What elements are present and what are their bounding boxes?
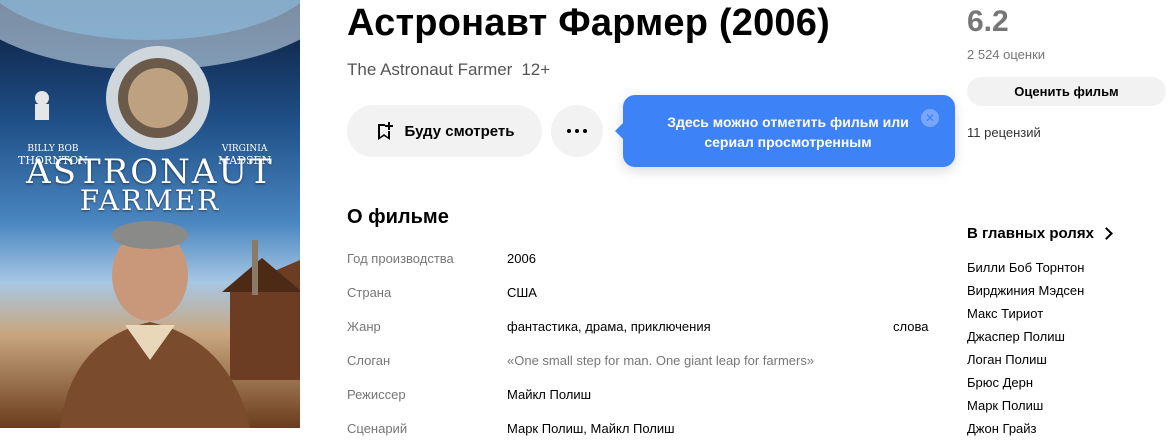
info-value-year[interactable]: 2006 <box>507 251 536 271</box>
original-title: The Astronaut Farmer <box>347 60 513 79</box>
chevron-right-icon <box>1100 227 1113 240</box>
info-value-director[interactable]: Майкл Полиш <box>507 387 591 407</box>
info-row-writer: Сценарий Марк Полиш, Майкл Полиш <box>347 421 675 441</box>
cast-item[interactable]: Макс Тириот <box>967 306 1043 321</box>
info-key: Жанр <box>347 319 381 334</box>
original-title-line: The Astronaut Farmer 12+ <box>347 60 550 80</box>
cast-heading-link[interactable]: В главных ролях <box>967 225 1113 242</box>
about-heading: О фильме <box>347 206 449 228</box>
cast-item[interactable]: Джон Грайз <box>967 421 1037 436</box>
rating-value: 6.2 <box>967 5 1009 38</box>
bookmark-plus-icon <box>378 122 394 140</box>
cast-item[interactable]: Джаспер Полиш <box>967 329 1065 344</box>
close-icon[interactable]: ✕ <box>921 109 939 127</box>
cast-item[interactable]: Марк Полиш <box>967 398 1043 413</box>
movie-poster[interactable]: BILLY BOB THORNTON VIRGINIA MADSEN ASTRO… <box>0 0 300 428</box>
tooltip-text: Здесь можно отметить фильм или сериал пр… <box>667 114 909 150</box>
info-value-genre[interactable]: фантастика, драма, приключения <box>507 319 711 339</box>
rate-film-button[interactable]: Оценить фильм <box>967 77 1166 106</box>
poster-title-line2: FARMER <box>79 184 221 217</box>
cast-item[interactable]: Брюс Дерн <box>967 375 1033 390</box>
info-row-year: Год производства 2006 <box>347 251 536 271</box>
info-key: Страна <box>347 285 392 300</box>
cast-item[interactable]: Вирджиния Мэдсен <box>967 283 1084 298</box>
more-dots-icon <box>567 129 587 133</box>
info-value-slogan: «One small step for man. One giant leap … <box>507 353 815 368</box>
hint-tooltip: Здесь можно отметить фильм или сериал пр… <box>615 95 955 167</box>
cast-heading: В главных ролях <box>967 225 1094 242</box>
cast-item[interactable]: Билли Боб Торнтон <box>967 260 1084 275</box>
watchlist-button[interactable]: Буду смотреть <box>347 105 542 157</box>
info-value-writer[interactable]: Марк Полиш, Майкл Полиш <box>507 421 675 441</box>
genre-keywords-link[interactable]: слова <box>893 319 928 334</box>
info-row-director: Режиссер Майкл Полиш <box>347 387 591 407</box>
more-options-button[interactable] <box>551 105 603 157</box>
info-key: Год производства <box>347 251 454 266</box>
info-row-slogan: Слоган «One small step for man. One gian… <box>347 353 814 373</box>
page-title: Астронавт Фармер (2006) <box>347 2 830 44</box>
votes-count: 2 524 оценки <box>967 47 1046 62</box>
watchlist-button-label: Буду смотреть <box>404 122 515 140</box>
reviews-link[interactable]: 11 рецензий <box>967 125 1041 140</box>
cast-item[interactable]: Логан Полиш <box>967 352 1047 367</box>
age-rating: 12+ <box>521 60 551 79</box>
info-key: Слоган <box>347 353 391 368</box>
info-value-country[interactable]: США <box>507 285 537 305</box>
info-row-genre: Жанр фантастика, драма, приключения <box>347 319 711 339</box>
info-row-country: Страна США <box>347 285 537 305</box>
info-key: Сценарий <box>347 421 408 436</box>
info-key: Режиссер <box>347 387 406 402</box>
